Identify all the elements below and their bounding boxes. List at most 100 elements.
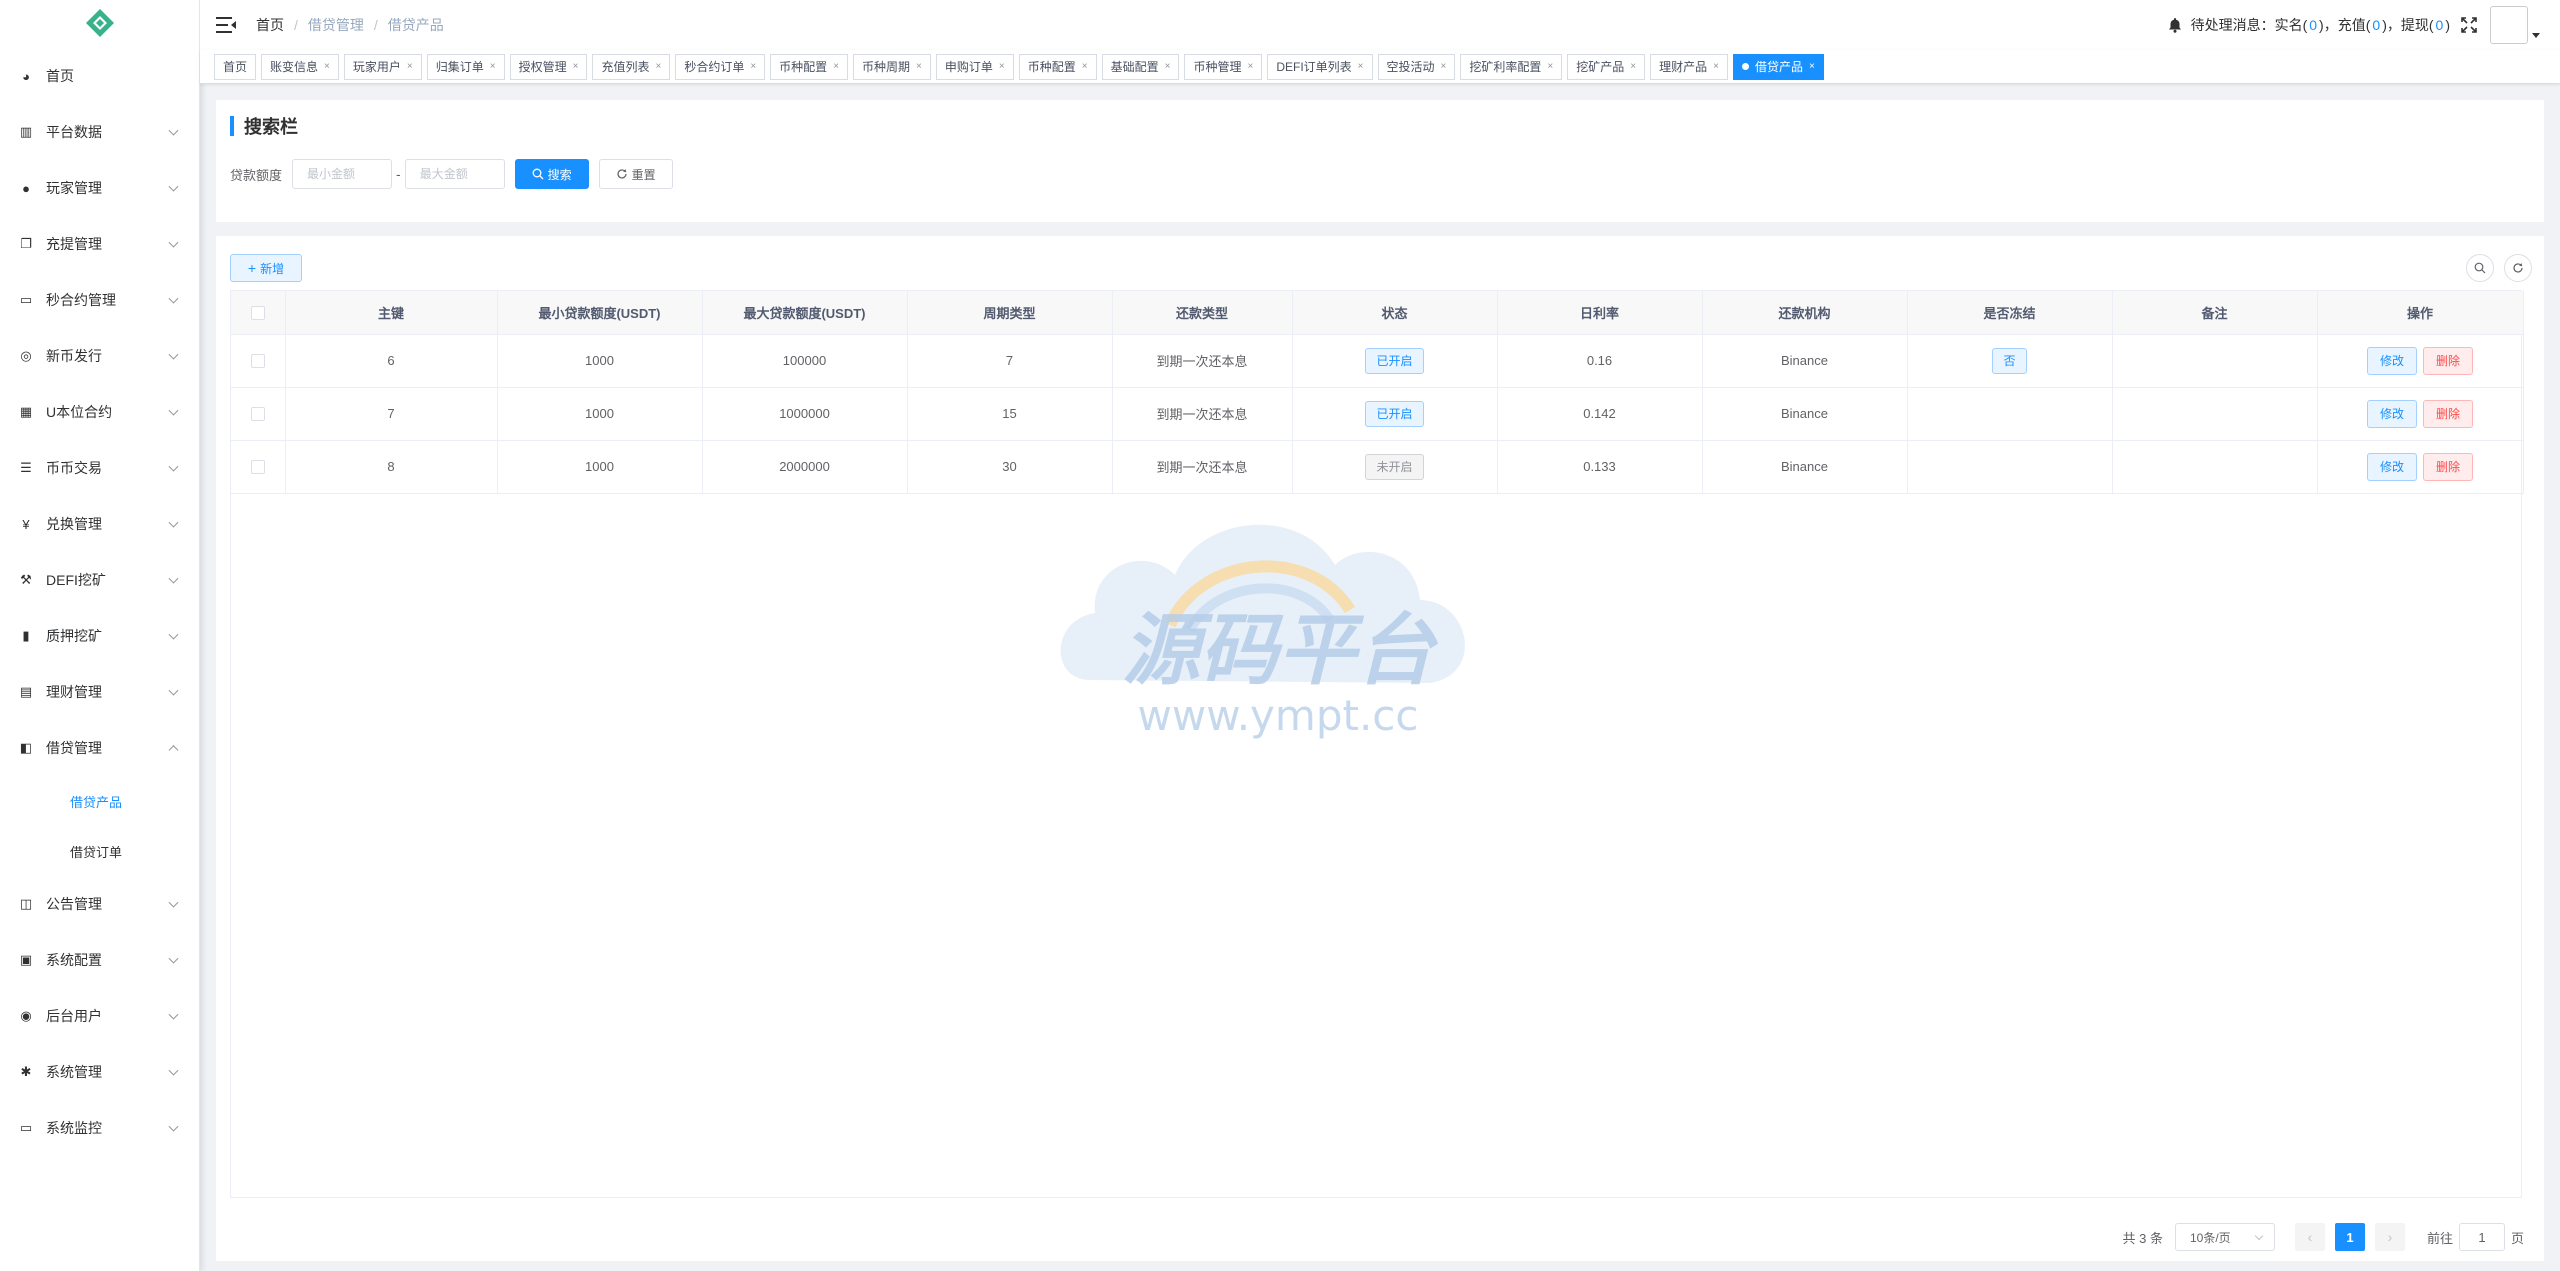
- tag-label: 空投活动: [1386, 59, 1435, 74]
- tag-item[interactable]: 充值列表 ×: [592, 53, 671, 80]
- avatar[interactable]: [2490, 6, 2528, 44]
- sidebar-item[interactable]: ▥ 平台数据: [0, 104, 199, 160]
- cell-id: 7: [285, 387, 498, 441]
- reset-button[interactable]: 重置: [598, 159, 673, 189]
- sidebar-item[interactable]: ¥ 兑换管理: [0, 496, 199, 552]
- add-button[interactable]: + 新增: [230, 254, 302, 282]
- row-checkbox[interactable]: [250, 460, 265, 475]
- close-icon[interactable]: ×: [916, 55, 922, 79]
- sidebar-subitem[interactable]: 借贷产品: [0, 776, 199, 826]
- sidebar-item[interactable]: ☰ 币币交易: [0, 440, 199, 496]
- sidebar-item[interactable]: ⚒ DEFI挖矿: [0, 552, 199, 608]
- sidebar-item[interactable]: ◫ 公告管理: [0, 876, 199, 932]
- tag-item[interactable]: 空投活动 ×: [1377, 53, 1456, 80]
- sidebar-item[interactable]: ▤ 理财管理: [0, 664, 199, 720]
- tag-item[interactable]: 账变信息 ×: [261, 53, 339, 80]
- tag-item[interactable]: 币种配置 ×: [1018, 53, 1097, 80]
- row-checkbox[interactable]: [250, 354, 265, 369]
- close-icon[interactable]: ×: [1358, 55, 1364, 79]
- search-button[interactable]: 搜索: [514, 159, 589, 189]
- max-amount-input[interactable]: [404, 159, 505, 189]
- sidebar-item[interactable]: ❐ 充提管理: [0, 216, 199, 272]
- tag-item[interactable]: 秒合约订单 ×: [675, 53, 766, 80]
- notice-realname[interactable]: 实名(0)，: [2275, 15, 2338, 35]
- close-icon[interactable]: ×: [1713, 55, 1719, 79]
- close-icon[interactable]: ×: [573, 55, 579, 79]
- tag-item[interactable]: DEFI订单列表 ×: [1267, 53, 1373, 80]
- close-icon[interactable]: ×: [999, 55, 1005, 79]
- notice-withdraw[interactable]: 提现(0): [2401, 15, 2450, 35]
- close-icon[interactable]: ×: [1547, 55, 1553, 79]
- delete-button[interactable]: 删除: [2423, 346, 2474, 375]
- tag-item[interactable]: 币种配置 ×: [770, 53, 849, 80]
- sidebar-item[interactable]: ◧ 借贷管理: [0, 720, 199, 776]
- cell-rate: 0.133: [1497, 440, 1703, 494]
- column-header: 周期类型: [907, 291, 1113, 335]
- hamburger-icon[interactable]: [216, 17, 236, 33]
- tag-item[interactable]: 挖矿利率配置 ×: [1460, 53, 1563, 80]
- sidebar-item[interactable]: ◎ 新币发行: [0, 328, 199, 384]
- refresh-button[interactable]: [2504, 254, 2532, 282]
- min-amount-input[interactable]: [292, 159, 393, 189]
- page-number[interactable]: 1: [2334, 1223, 2365, 1251]
- tag-item[interactable]: 借贷产品 ×: [1732, 53, 1824, 80]
- sidebar-item[interactable]: ✱ 系统管理: [0, 1044, 199, 1100]
- edit-button[interactable]: 修改: [2366, 346, 2417, 375]
- page-size-select[interactable]: 10条/页: [2174, 1223, 2275, 1251]
- column-header: 日利率: [1497, 291, 1703, 335]
- cell-rate: 0.16: [1497, 334, 1703, 388]
- close-icon[interactable]: ×: [1247, 55, 1253, 79]
- sidebar-item[interactable]: ◕ 首页: [0, 48, 199, 104]
- close-icon[interactable]: ×: [1082, 55, 1088, 79]
- delete-button[interactable]: 删除: [2423, 399, 2474, 428]
- close-icon[interactable]: ×: [324, 55, 330, 79]
- close-icon[interactable]: ×: [1630, 55, 1636, 79]
- edit-button[interactable]: 修改: [2366, 452, 2417, 481]
- close-icon[interactable]: ×: [407, 55, 413, 79]
- caret-down-icon[interactable]: [2532, 33, 2540, 39]
- close-icon[interactable]: ×: [750, 55, 756, 79]
- tag-item[interactable]: 申购订单 ×: [935, 53, 1014, 80]
- status-badge: 已开启: [1365, 400, 1424, 427]
- close-icon[interactable]: ×: [1165, 55, 1171, 79]
- close-icon[interactable]: ×: [833, 55, 839, 79]
- prev-page-button[interactable]: ‹: [2294, 1223, 2325, 1251]
- close-icon[interactable]: ×: [1441, 55, 1447, 79]
- sidebar-item-label: 币币交易: [46, 460, 102, 476]
- sidebar-item[interactable]: ▭ 秒合约管理: [0, 272, 199, 328]
- sidebar-item[interactable]: ▣ 系统配置: [0, 932, 199, 988]
- tag-item[interactable]: 币种周期 ×: [853, 53, 931, 80]
- notice-deposit[interactable]: 充值(0)，: [2338, 15, 2401, 35]
- close-icon[interactable]: ×: [490, 55, 496, 79]
- fullscreen-icon[interactable]: [2460, 16, 2478, 34]
- goto-page-input[interactable]: [2458, 1223, 2505, 1251]
- tag-item[interactable]: 理财产品 ×: [1650, 53, 1728, 80]
- tag-item[interactable]: 玩家用户 ×: [343, 53, 422, 80]
- close-icon[interactable]: ×: [655, 55, 661, 79]
- sidebar-item[interactable]: ◉ 后台用户: [0, 988, 199, 1044]
- select-all-checkbox[interactable]: [250, 306, 265, 321]
- tag-item[interactable]: 挖矿产品 ×: [1567, 53, 1646, 80]
- status-badge: 未开启: [1365, 453, 1424, 480]
- bell-icon[interactable]: [2167, 17, 2183, 33]
- tag-item[interactable]: 首页: [214, 53, 257, 80]
- tag-item[interactable]: 归集订单 ×: [426, 53, 505, 80]
- select-cell: [231, 334, 286, 388]
- tag-item[interactable]: 币种管理 ×: [1184, 53, 1263, 80]
- cell-frozen: 否: [1907, 334, 2113, 388]
- tag-item[interactable]: 基础配置 ×: [1101, 53, 1180, 80]
- edit-button[interactable]: 修改: [2366, 399, 2417, 428]
- sidebar-item[interactable]: ▦ U本位合约: [0, 384, 199, 440]
- next-page-button[interactable]: ›: [2374, 1223, 2405, 1251]
- sidebar-item[interactable]: ▮ 质押挖矿: [0, 608, 199, 664]
- toggle-search-button[interactable]: [2466, 254, 2494, 282]
- sidebar-item[interactable]: ▭ 系统监控: [0, 1100, 199, 1156]
- logo[interactable]: [0, 0, 199, 48]
- sidebar-item[interactable]: ● 玩家管理: [0, 160, 199, 216]
- tag-item[interactable]: 授权管理 ×: [509, 53, 588, 80]
- delete-button[interactable]: 删除: [2423, 452, 2474, 481]
- close-icon[interactable]: ×: [1809, 55, 1815, 79]
- breadcrumb-item[interactable]: 首页: [256, 17, 284, 33]
- row-checkbox[interactable]: [250, 407, 265, 422]
- sidebar-subitem[interactable]: 借贷订单: [0, 826, 199, 876]
